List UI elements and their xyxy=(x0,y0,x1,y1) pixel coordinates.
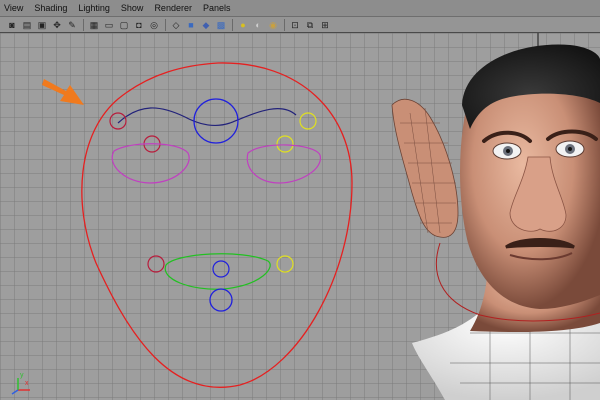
use-all-lights-icon[interactable]: ● xyxy=(237,19,249,31)
isolate-select-icon[interactable]: ⊡ xyxy=(289,19,301,31)
menu-renderer[interactable]: Renderer xyxy=(154,0,192,17)
model-eye-right xyxy=(555,140,585,158)
default-material-icon[interactable]: ◆ xyxy=(200,19,212,31)
axis-y-label: y xyxy=(20,372,24,379)
shadows-icon[interactable]: ◐ xyxy=(252,19,264,31)
gate-mask-icon[interactable]: ◘ xyxy=(133,19,145,31)
grease-pencil-icon[interactable]: ✎ xyxy=(66,19,78,31)
film-gate-icon[interactable]: ▭ xyxy=(103,19,115,31)
xray-joints-icon[interactable]: ⊞ xyxy=(319,19,331,31)
panel-toolbar: ◙ ▤ ▣ ✥ ✎ ▦ ▭ ▢ ◘ ◎ ◇ ■ ◆ ▩ ● ◐ ◉ ⊡ ⧉ ⊞ xyxy=(0,17,600,33)
toolbar-separator xyxy=(232,18,233,31)
menu-view[interactable]: View xyxy=(4,0,23,17)
two-d-pan-icon[interactable]: ✥ xyxy=(51,19,63,31)
viewport[interactable]: x y xyxy=(0,33,600,400)
menu-lighting[interactable]: Lighting xyxy=(78,0,110,17)
grid-icon[interactable]: ▦ xyxy=(88,19,100,31)
screen-space-ao-icon[interactable]: ◉ xyxy=(267,19,279,31)
toolbar-separator xyxy=(165,18,166,31)
textured-icon[interactable]: ▩ xyxy=(215,19,227,31)
image-plane-icon[interactable]: ▣ xyxy=(36,19,48,31)
menu-shading[interactable]: Shading xyxy=(34,0,67,17)
model-eye-left xyxy=(492,142,522,160)
xray-icon[interactable]: ⧉ xyxy=(304,19,316,31)
panel-menubar: View Shading Lighting Show Renderer Panels xyxy=(0,0,600,17)
resolution-gate-icon[interactable]: ▢ xyxy=(118,19,130,31)
menu-show[interactable]: Show xyxy=(121,0,144,17)
smooth-shade-icon[interactable]: ■ xyxy=(185,19,197,31)
toolbar-separator xyxy=(284,18,285,31)
menu-panels[interactable]: Panels xyxy=(203,0,231,17)
axis-x-label: x xyxy=(25,380,29,387)
field-chart-icon[interactable]: ◎ xyxy=(148,19,160,31)
wireframe-icon[interactable]: ◇ xyxy=(170,19,182,31)
camera-attributes-icon[interactable]: ◙ xyxy=(6,19,18,31)
toolbar-separator xyxy=(83,18,84,31)
bookmark-icon[interactable]: ▤ xyxy=(21,19,33,31)
